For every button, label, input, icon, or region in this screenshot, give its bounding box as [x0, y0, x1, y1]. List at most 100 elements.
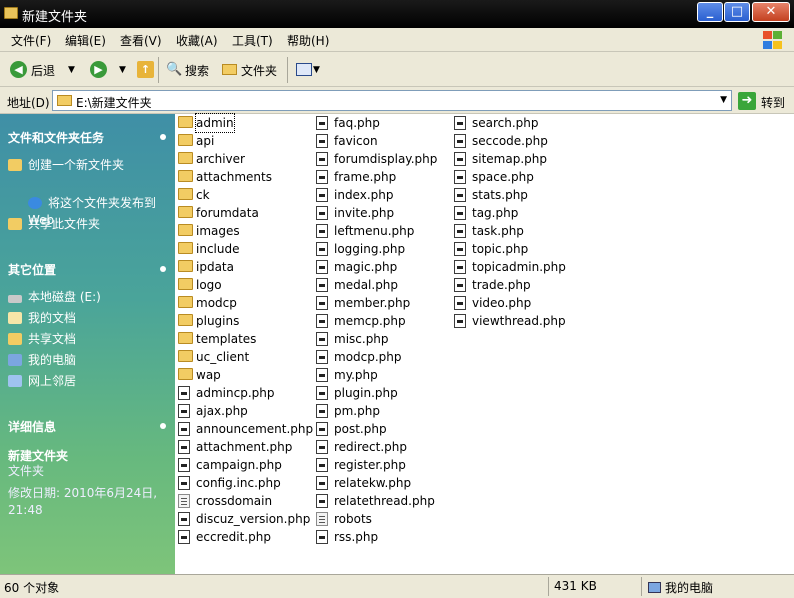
forward-arrow-icon[interactable]: ▶ [90, 61, 107, 78]
folder-icon [178, 278, 193, 290]
go-arrow-icon[interactable]: ➜ [738, 92, 756, 110]
file-icon [316, 350, 328, 364]
file-name: space.php [472, 170, 534, 184]
minimize-button[interactable]: _ [697, 2, 723, 22]
task-share-folder[interactable]: 共享此文件夹 [8, 216, 100, 233]
file-name: topic.php [472, 242, 529, 256]
views-dropdown-icon[interactable]: ▼ [313, 65, 320, 75]
file-icon [454, 242, 466, 256]
folder-icon [178, 188, 193, 200]
file-name: misc.php [334, 332, 389, 346]
file-icon [316, 422, 328, 436]
file-icon [316, 512, 328, 526]
file-icon [178, 530, 190, 544]
file-list[interactable]: admin api archiver attachments ck forumdata im… [175, 113, 794, 574]
menu-edit[interactable]: 编辑(E) [65, 32, 106, 49]
forward-dropdown-icon[interactable]: ▼ [119, 65, 126, 75]
file-name: ajax.php [196, 404, 248, 418]
file-icon [178, 494, 190, 508]
close-button[interactable]: ✕ [752, 2, 790, 22]
menu-bar: 文件(F) 编辑(E) 查看(V) 收藏(A) 工具(T) 帮助(H) [0, 28, 794, 52]
file-name: include [196, 242, 240, 256]
file-tasks-title[interactable]: 文件和文件夹任务 [8, 129, 104, 146]
file-name: pm.php [334, 404, 380, 418]
address-dropdown-icon[interactable]: ▼ [720, 95, 727, 105]
file-name: member.php [334, 296, 411, 310]
file-name: tag.php [472, 206, 519, 220]
file-name: uc_client [196, 350, 250, 364]
menu-file[interactable]: 文件(F) [11, 32, 51, 49]
file-icon [178, 404, 190, 418]
file-name: forumdata [196, 206, 259, 220]
details-title[interactable]: 详细信息 [8, 418, 56, 435]
folder-icon [178, 152, 193, 164]
file-icon [316, 224, 328, 238]
file-name: forumdisplay.php [334, 152, 438, 166]
collapse-icon[interactable] [160, 134, 166, 140]
details-modified: 修改日期: 2010年6月24日, [8, 486, 158, 500]
file-icon [178, 458, 190, 472]
file-icon [178, 422, 190, 436]
menu-tools[interactable]: 工具(T) [232, 32, 273, 49]
file-name: modcp.php [334, 350, 402, 364]
title-bar[interactable]: 新建文件夹 _ □ ✕ [0, 0, 794, 28]
place-my-documents[interactable]: 我的文档 [8, 310, 76, 327]
file-name: relatethread.php [334, 494, 435, 508]
file-icon [454, 224, 466, 238]
file-icon [178, 476, 190, 490]
place-my-computer[interactable]: 我的电脑 [8, 352, 76, 369]
status-size: 431 KB [554, 579, 597, 593]
place-network[interactable]: 网上邻居 [8, 373, 76, 390]
menu-help[interactable]: 帮助(H) [287, 32, 329, 49]
computer-icon [648, 582, 661, 593]
back-dropdown-icon[interactable]: ▼ [68, 65, 75, 75]
computer-icon [8, 354, 22, 366]
network-icon [8, 375, 22, 387]
documents-icon [8, 312, 22, 324]
place-shared-documents[interactable]: 共享文档 [8, 331, 76, 348]
address-value[interactable]: E:\新建文件夹 [76, 94, 152, 111]
folder-icon [178, 368, 193, 380]
file-name: viewthread.php [472, 314, 566, 328]
search-button[interactable]: 搜索 [185, 62, 209, 79]
collapse-icon[interactable] [160, 423, 166, 429]
folder-icon [178, 224, 193, 236]
views-icon[interactable] [296, 63, 312, 76]
window-title: 新建文件夹 [22, 10, 88, 25]
file-icon [316, 278, 328, 292]
address-input[interactable]: E:\新建文件夹 ▼ [52, 90, 732, 111]
status-object-count: 60 个对象 [4, 581, 60, 595]
folders-button[interactable]: 文件夹 [241, 62, 277, 79]
details-type: 文件夹 [8, 464, 45, 478]
file-name: announcement.php [196, 422, 314, 436]
menu-view[interactable]: 查看(V) [120, 32, 162, 49]
file-icon [316, 242, 328, 256]
windows-logo-icon [762, 30, 784, 50]
file-name: eccredit.php [196, 530, 271, 544]
file-icon [316, 476, 328, 490]
back-arrow-icon[interactable]: ◀ [10, 61, 27, 78]
drive-icon [8, 295, 22, 303]
status-separator [641, 577, 642, 596]
file-icon [454, 206, 466, 220]
folder-icon [178, 350, 193, 362]
file-icon [316, 368, 328, 382]
back-button[interactable]: 后退 [31, 62, 55, 79]
file-name: plugin.php [334, 386, 398, 400]
file-name: sitemap.php [472, 152, 547, 166]
maximize-button[interactable]: □ [724, 2, 750, 22]
menu-favorites[interactable]: 收藏(A) [176, 32, 218, 49]
place-local-disk[interactable]: 本地磁盘 (E:) [8, 289, 101, 306]
file-icon [316, 206, 328, 220]
file-icon [316, 152, 328, 166]
up-folder-icon[interactable]: ↑ [137, 61, 154, 78]
file-icon [454, 116, 466, 130]
collapse-icon[interactable] [160, 266, 166, 272]
file-name: favicon [334, 134, 378, 148]
folder-icon [4, 7, 18, 19]
other-places-title[interactable]: 其它位置 [8, 261, 56, 278]
file-name: archiver [196, 152, 245, 166]
go-button[interactable]: 转到 [761, 94, 785, 111]
task-new-folder[interactable]: 创建一个新文件夹 [8, 157, 124, 174]
file-icon [454, 278, 466, 292]
